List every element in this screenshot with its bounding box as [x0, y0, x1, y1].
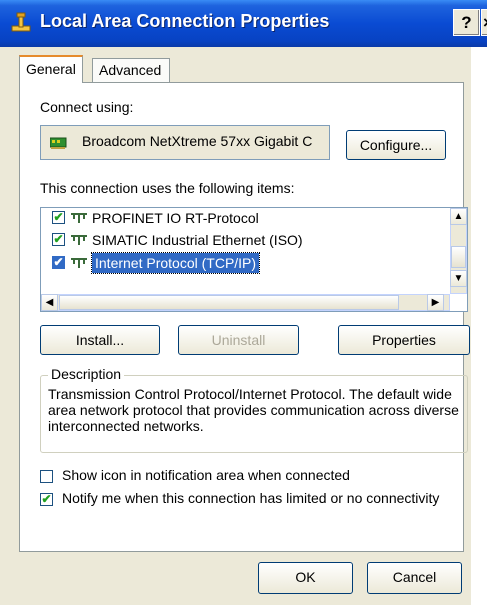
window-title: Local Area Connection Properties — [40, 11, 330, 31]
close-button[interactable]: × — [481, 9, 487, 36]
help-button[interactable]: ? — [453, 9, 480, 36]
tab-general[interactable]: General — [19, 55, 83, 83]
scroll-right-button[interactable]: ▶ — [427, 294, 444, 311]
properties-button[interactable]: Properties — [338, 325, 470, 355]
scroll-thumb[interactable] — [451, 246, 466, 268]
description-text: Transmission Control Protocol/Internet P… — [48, 386, 459, 434]
window-edge — [471, 47, 487, 605]
scroll-left-button[interactable]: ◀ — [41, 294, 58, 311]
item-checkbox[interactable]: ✔ — [52, 211, 65, 224]
item-label: Internet Protocol (TCP/IP) — [90, 252, 261, 274]
configure-button[interactable]: Configure... — [346, 130, 446, 160]
notify-checkbox[interactable]: ✔ — [40, 493, 53, 506]
item-checkbox[interactable]: ✔ — [52, 256, 65, 269]
item-label: PROFINET IO RT-Protocol — [92, 210, 259, 226]
uninstall-button[interactable]: Uninstall — [178, 325, 299, 355]
scroll-down-button[interactable]: ▼ — [450, 270, 467, 287]
install-button-label: Install... — [75, 332, 125, 348]
item-checkbox[interactable]: ✔ — [52, 233, 65, 246]
ok-button[interactable]: OK — [258, 562, 353, 594]
cancel-button[interactable]: Cancel — [367, 562, 462, 594]
description-title: Description — [48, 366, 125, 382]
show-icon-label[interactable]: Show icon in notification area when conn… — [62, 467, 350, 483]
properties-button-label: Properties — [372, 332, 436, 348]
protocol-icon — [71, 258, 87, 268]
notify-label[interactable]: Notify me when this connection has limit… — [62, 490, 439, 506]
cancel-button-label: Cancel — [392, 569, 437, 585]
scroll-up-button[interactable]: ▲ — [450, 208, 467, 225]
connect-using-label: Connect using: — [40, 99, 134, 115]
network-connection-icon — [11, 12, 31, 32]
item-label: SIMATIC Industrial Ethernet (ISO) — [92, 232, 303, 248]
ok-button-label: OK — [295, 569, 316, 585]
protocol-icon — [71, 235, 87, 245]
items-label: This connection uses the following items… — [40, 180, 295, 196]
configure-button-label: Configure... — [359, 137, 433, 153]
hscroll-thumb[interactable] — [59, 295, 399, 310]
protocol-icon — [71, 213, 87, 223]
adapter-name: Broadcom NetXtreme 57xx Gigabit C — [82, 133, 313, 149]
network-adapter-icon — [50, 137, 67, 149]
tab-advanced[interactable]: Advanced — [92, 58, 170, 82]
install-button[interactable]: Install... — [40, 325, 160, 355]
uninstall-button-label: Uninstall — [211, 332, 266, 348]
show-icon-checkbox[interactable] — [40, 470, 53, 483]
